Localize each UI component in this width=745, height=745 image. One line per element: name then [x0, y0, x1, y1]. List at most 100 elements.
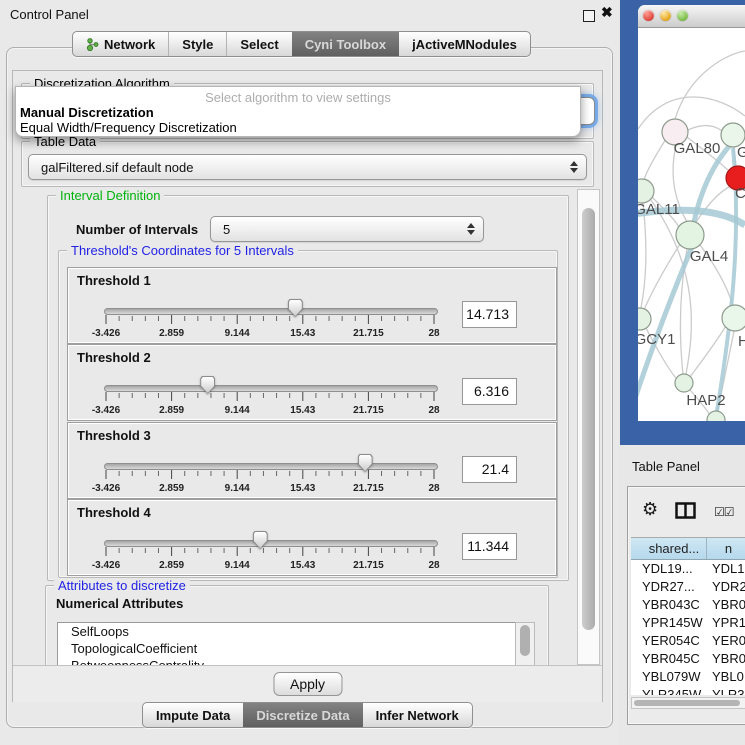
attribute-item-selfloops[interactable]: SelfLoops — [58, 623, 516, 640]
threshold-1-value-field[interactable]: 14.713 — [462, 301, 517, 328]
minimize-traffic-light[interactable] — [660, 10, 671, 21]
table-column-header-2[interactable]: n — [707, 538, 745, 559]
threshold-2-slider-thumb[interactable] — [200, 376, 215, 394]
network-node[interactable] — [707, 411, 725, 421]
table-cell[interactable]: YBR043C — [631, 596, 707, 614]
network-edge[interactable] — [688, 126, 722, 131]
settings-scrollbar-thumb[interactable] — [582, 208, 595, 630]
settings-scroll-area: Interval Definition Number of Intervals … — [15, 189, 600, 665]
network-node-gal4[interactable] — [676, 221, 704, 249]
table-hscrollbar-thumb[interactable] — [634, 700, 740, 706]
table-row[interactable]: YDL19...YDL1 — [631, 560, 745, 578]
control-panel-title: Control Panel — [10, 7, 89, 22]
split-columns-icon[interactable] — [675, 502, 696, 524]
network-edge[interactable] — [644, 244, 680, 310]
apply-button[interactable]: Apply — [273, 672, 342, 696]
table-data-combo[interactable]: galFiltered.sif default node — [28, 154, 587, 180]
threshold-1-slider-thumb[interactable] — [288, 299, 303, 317]
tab-impute-data[interactable]: Impute Data — [143, 703, 243, 727]
table-cell[interactable]: YBL0 — [707, 668, 745, 686]
network-node-h[interactable] — [722, 305, 745, 331]
network-edge[interactable] — [690, 326, 726, 377]
table-row[interactable]: YPR145WYPR1 — [631, 614, 745, 632]
table-row[interactable]: YDR27...YDR2 — [631, 578, 745, 596]
attribute-item-betweennesscentrality[interactable]: BetweennessCentrality — [58, 657, 516, 665]
threshold-3-value-field[interactable]: 21.4 — [462, 456, 517, 483]
svg-text:28: 28 — [428, 560, 440, 571]
table-cell[interactable]: YBR0 — [707, 650, 745, 668]
close-icon[interactable]: ✖ — [601, 4, 613, 21]
tab-select[interactable]: Select — [226, 32, 291, 56]
table-hscrollbar[interactable] — [631, 697, 745, 709]
threshold-4-slider-thumb[interactable] — [253, 531, 268, 549]
numerical-attributes-list[interactable]: SelfLoopsTopologicalCoefficientBetweenne… — [57, 622, 517, 665]
table-row[interactable]: YBL079WYBL0 — [631, 668, 745, 686]
algorithm-option-equal-width[interactable]: Equal Width/Frequency Discretization — [20, 120, 237, 135]
settings-scrollbar[interactable] — [577, 189, 600, 665]
threshold-1-slider-track[interactable] — [104, 308, 438, 315]
table-cell[interactable]: YLR3 — [707, 686, 745, 695]
network-window-frame: GAL80GCGAL11GAL4GCY1HHAP2 — [620, 0, 745, 445]
table-row[interactable]: YBR045CYBR0 — [631, 650, 745, 668]
number-of-intervals-label: Number of Intervals — [76, 222, 198, 237]
float-window-icon[interactable] — [583, 10, 595, 22]
tab-infer-network[interactable]: Infer Network — [363, 703, 472, 727]
node-table[interactable]: shared...n YDL19...YDL1YDR27...YDR2YBR04… — [631, 537, 745, 695]
table-cell[interactable]: YDR27... — [631, 578, 707, 596]
table-cell[interactable]: YPR1 — [707, 614, 745, 632]
table-cell[interactable]: YBR0 — [707, 596, 745, 614]
tab-cyni-toolbox[interactable]: Cyni Toolbox — [292, 32, 399, 56]
threshold-2-value-field[interactable]: 6.316 — [462, 378, 517, 405]
tab-network[interactable]: Network — [73, 32, 168, 56]
table-cell[interactable]: YER0 — [707, 632, 745, 650]
threshold-4-value-field[interactable]: 11.344 — [462, 533, 517, 560]
algorithm-option-manual[interactable]: Manual Discretization — [20, 105, 154, 120]
network-icon — [86, 38, 99, 51]
attribute-item-topologicalcoefficient[interactable]: TopologicalCoefficient — [58, 640, 516, 657]
table-column-header-1[interactable]: shared... — [631, 538, 707, 559]
tab-discretize-data[interactable]: Discretize Data — [243, 703, 362, 727]
table-row[interactable]: YER054CYER0 — [631, 632, 745, 650]
table-cell[interactable]: YDR2 — [707, 578, 745, 596]
tab-label: Network — [104, 37, 155, 52]
table-panel-box: ⚙ ☑☑ shared...n YDL19...YDL1YDR27...YDR2… — [627, 486, 745, 725]
threshold-1-label: Threshold 1 — [77, 273, 151, 288]
network-edge[interactable] — [641, 203, 646, 308]
attributes-scrollbar[interactable] — [515, 622, 535, 665]
number-of-intervals-combo[interactable]: 5 — [210, 216, 484, 242]
network-node-gcy1[interactable] — [638, 308, 651, 330]
table-cell[interactable]: YDL1 — [707, 560, 745, 578]
threshold-4-slider-track[interactable] — [104, 540, 438, 547]
tab-style[interactable]: Style — [168, 32, 226, 56]
threshold-3-slider-track[interactable] — [104, 463, 438, 470]
threshold-2-slider-track[interactable] — [104, 385, 438, 392]
zoom-traffic-light[interactable] — [677, 10, 688, 21]
bottom-tab-bar: Impute DataDiscretize DataInfer Network — [142, 702, 473, 728]
tab-label: Select — [240, 37, 278, 52]
thresholds-group-title: Threshold's Coordinates for 5 Intervals — [67, 243, 298, 258]
table-row[interactable]: YBR043CYBR0 — [631, 596, 745, 614]
table-cell[interactable]: YPR145W — [631, 614, 707, 632]
tab-jactivemnodules[interactable]: jActiveMNodules — [399, 32, 530, 56]
network-node-hap2[interactable] — [675, 374, 693, 392]
table-cell[interactable]: YDL19... — [631, 560, 707, 578]
close-traffic-light[interactable] — [643, 10, 654, 21]
gear-icon[interactable]: ⚙ — [642, 499, 658, 520]
network-node-gal11[interactable] — [638, 179, 654, 203]
checkbox-icons[interactable]: ☑☑ — [714, 505, 734, 519]
threshold-4-label: Threshold 4 — [77, 505, 151, 520]
table-cell[interactable]: YBR045C — [631, 650, 707, 668]
network-canvas[interactable]: GAL80GCGAL11GAL4GCY1HHAP2 — [638, 28, 745, 421]
network-edge[interactable] — [644, 139, 666, 180]
table-row[interactable]: YLR345WYLR3 — [631, 686, 745, 695]
svg-text:-3.426: -3.426 — [92, 560, 121, 571]
svg-text:-3.426: -3.426 — [92, 483, 121, 494]
table-cell[interactable]: YBL079W — [631, 668, 707, 686]
attributes-group-title: Attributes to discretize — [54, 578, 190, 593]
threshold-2-label: Threshold 2 — [77, 350, 151, 365]
table-cell[interactable]: YLR345W — [631, 686, 707, 695]
network-node-label: C — [735, 185, 745, 202]
slider-ticks: -3.4262.8599.14415.4321.71528 — [98, 470, 442, 496]
threshold-3-slider-thumb[interactable] — [358, 454, 373, 472]
table-cell[interactable]: YER054C — [631, 632, 707, 650]
